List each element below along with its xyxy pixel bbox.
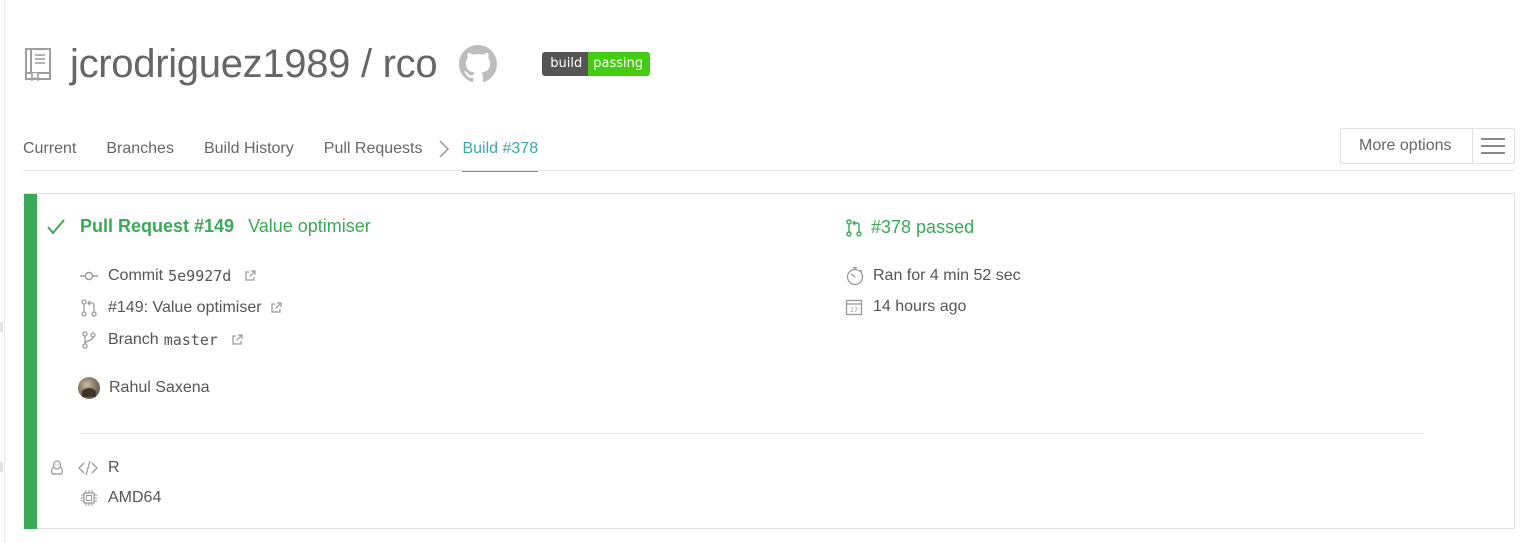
github-octocat-icon[interactable] (459, 45, 498, 83)
author-row: Rahul Saxena (78, 377, 210, 399)
os-row: R (48, 459, 120, 477)
svg-text:27: 27 (850, 307, 858, 314)
duration-row: Ran for 4 min 52 sec (845, 266, 1021, 286)
author-name: Rahul Saxena (109, 379, 210, 396)
build-finished-time: 14 hours ago (873, 298, 967, 315)
scroll-marker (0, 322, 3, 332)
more-options-label: More options (1359, 137, 1452, 154)
tab-pull-requests[interactable]: Pull Requests (324, 126, 423, 172)
calendar-icon: 27 (845, 299, 863, 316)
cpu-chip-icon (81, 490, 97, 506)
commit-sha[interactable]: 5e9927d (168, 267, 231, 285)
card-divider (81, 433, 1424, 434)
linux-penguin-icon (50, 460, 64, 475)
stopwatch-icon (846, 266, 864, 286)
repo-nav-tabs: Current Branches Build History Pull Requ… (23, 126, 568, 172)
external-link-icon[interactable] (244, 270, 256, 282)
branch-icon (82, 331, 96, 349)
repo-separator: / (360, 41, 372, 86)
finished-row: 27 14 hours ago (845, 298, 966, 316)
repo-name[interactable]: rco (383, 42, 438, 86)
pull-request-icon (81, 299, 97, 317)
pull-request-row: #149: Value optimiser (80, 299, 282, 317)
tab-branches[interactable]: Branches (106, 126, 174, 172)
more-options-button[interactable]: More options (1340, 128, 1515, 164)
check-icon (47, 218, 65, 235)
tab-build-current[interactable]: Build #378 (462, 126, 539, 172)
build-card: Pull Request #149 Value optimiser #378 p… (24, 193, 1515, 529)
build-status-stripe (24, 194, 37, 529)
repo-owner[interactable]: jcrodriguez1989 (70, 42, 350, 86)
build-status-text[interactable]: #378 passed (871, 217, 974, 238)
pull-request-icon (846, 218, 862, 237)
pull-request-link[interactable]: #149: Value optimiser (108, 299, 262, 317)
arch-row: AMD64 (80, 489, 161, 507)
repo-book-icon (25, 48, 51, 81)
tab-current[interactable]: Current (23, 126, 76, 172)
commit-label: Commit (108, 267, 164, 284)
build-duration: Ran for 4 min 52 sec (873, 267, 1021, 284)
tab-build-history[interactable]: Build History (204, 126, 294, 172)
hamburger-menu-icon[interactable] (1473, 129, 1514, 163)
job-arch: AMD64 (108, 489, 162, 506)
scroll-marker (0, 462, 3, 472)
commit-row: Commit 5e9927d (80, 267, 256, 285)
external-link-icon[interactable] (231, 334, 243, 346)
chevron-right-icon (439, 140, 450, 158)
job-language: R (108, 459, 120, 476)
badge-label: build (542, 52, 589, 76)
branch-label: Branch (108, 331, 159, 348)
repo-title[interactable]: jcrodriguez1989 / rco (70, 41, 438, 87)
external-link-icon[interactable] (270, 302, 282, 314)
build-title-row: Pull Request #149 Value optimiser (46, 216, 371, 237)
badge-status: passing (588, 52, 651, 76)
code-icon (78, 460, 98, 476)
tabs-divider (23, 170, 1514, 171)
branch-name[interactable]: master (164, 331, 218, 349)
build-status-row: #378 passed (845, 217, 974, 238)
commit-icon (80, 271, 98, 281)
pr-title-link[interactable]: Pull Request #149 (80, 216, 234, 237)
page-left-border (4, 0, 5, 543)
author-avatar (78, 377, 100, 399)
pr-subtitle: Value optimiser (248, 216, 371, 236)
repo-header: jcrodriguez1989 / rco build passing (24, 36, 651, 92)
build-status-badge[interactable]: build passing (542, 52, 651, 76)
branch-row: Branch master (80, 331, 243, 349)
